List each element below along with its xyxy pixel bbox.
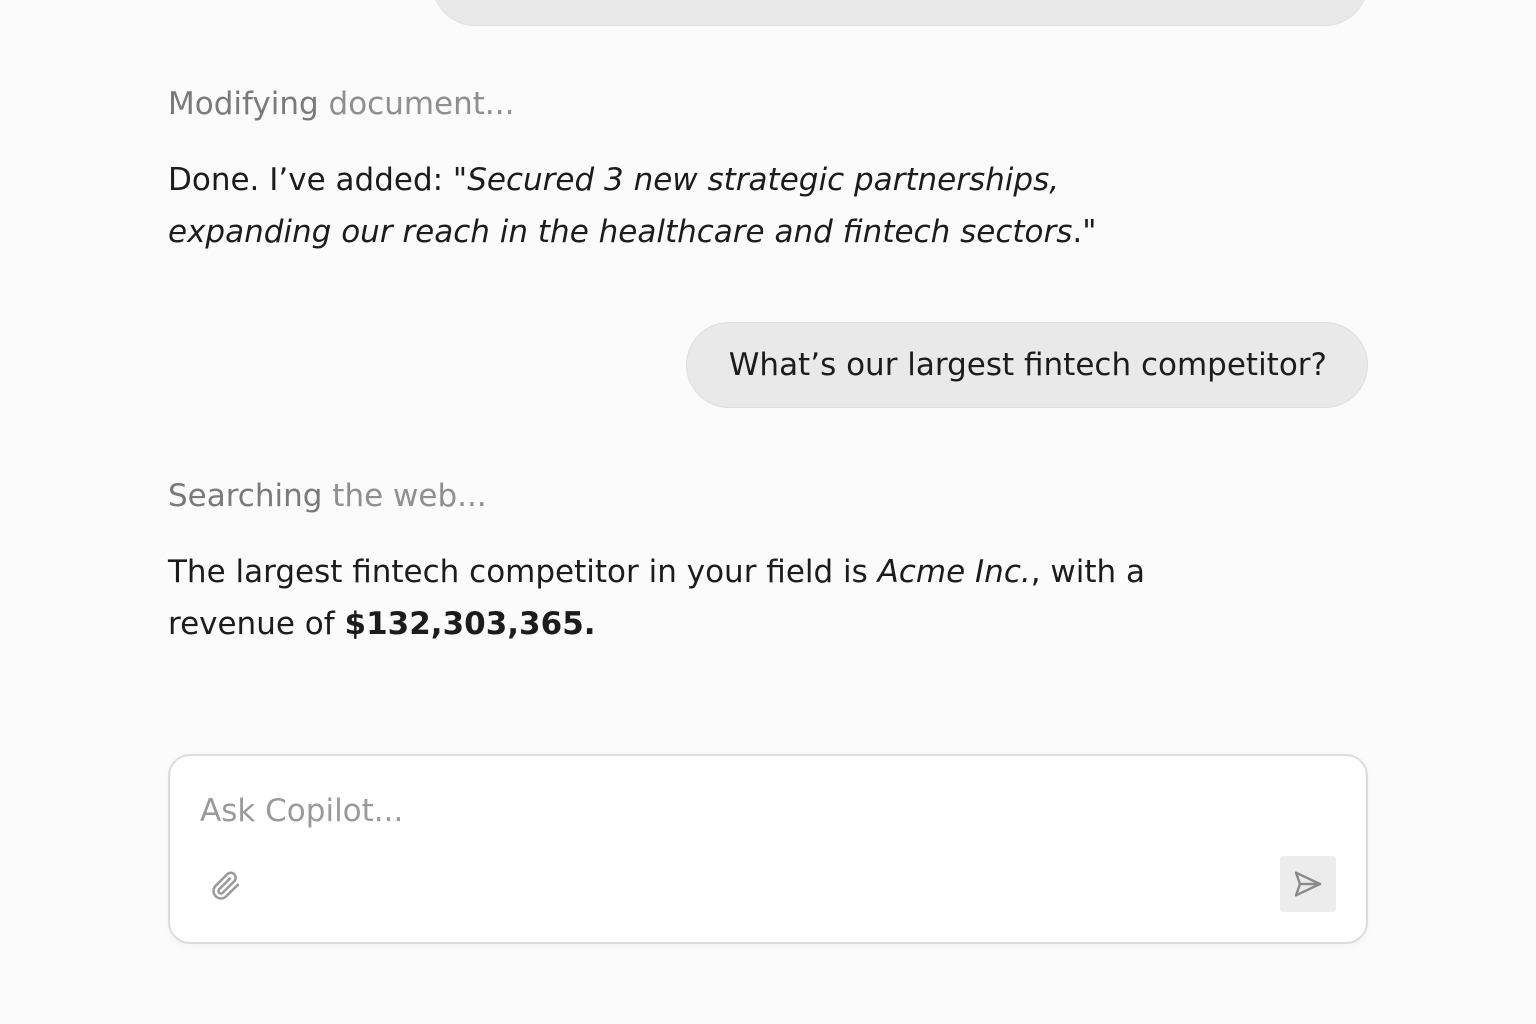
send-button[interactable]: [1280, 856, 1336, 912]
attach-button[interactable]: [208, 868, 244, 904]
status-object: document...: [318, 86, 515, 122]
revenue-value: $132,303,365.: [344, 606, 596, 642]
status-searching-web: Searching the web...: [168, 478, 487, 514]
status-object: the web...: [322, 478, 487, 514]
reply-prefix: The largest fintech competitor in your f…: [168, 554, 878, 590]
send-icon: [1294, 871, 1322, 897]
user-message-bubble: What’s our largest fintech competitor?: [685, 322, 1368, 408]
previous-user-message-bubble: [432, 0, 1368, 26]
status-verb: Searching: [168, 478, 323, 514]
assistant-message-1: Done. I’ve added: "Secured 3 new strateg…: [168, 154, 1198, 258]
status-verb: Modifying: [168, 86, 319, 122]
user-message-text: What’s our largest fintech competitor?: [728, 347, 1327, 383]
copilot-chat-page: Modifying document... Done. I’ve added: …: [0, 0, 1536, 1024]
reply-prefix: Done. I’ve added: ": [168, 162, 468, 198]
reply-suffix: .": [1072, 214, 1097, 250]
assistant-message-2: The largest fintech competitor in your f…: [168, 546, 1198, 650]
status-modifying-document: Modifying document...: [168, 86, 514, 122]
competitor-name: Acme Inc.: [877, 554, 1031, 590]
paperclip-icon: [212, 871, 240, 900]
ask-copilot-input[interactable]: [200, 786, 1300, 836]
composer-box: [168, 754, 1368, 944]
